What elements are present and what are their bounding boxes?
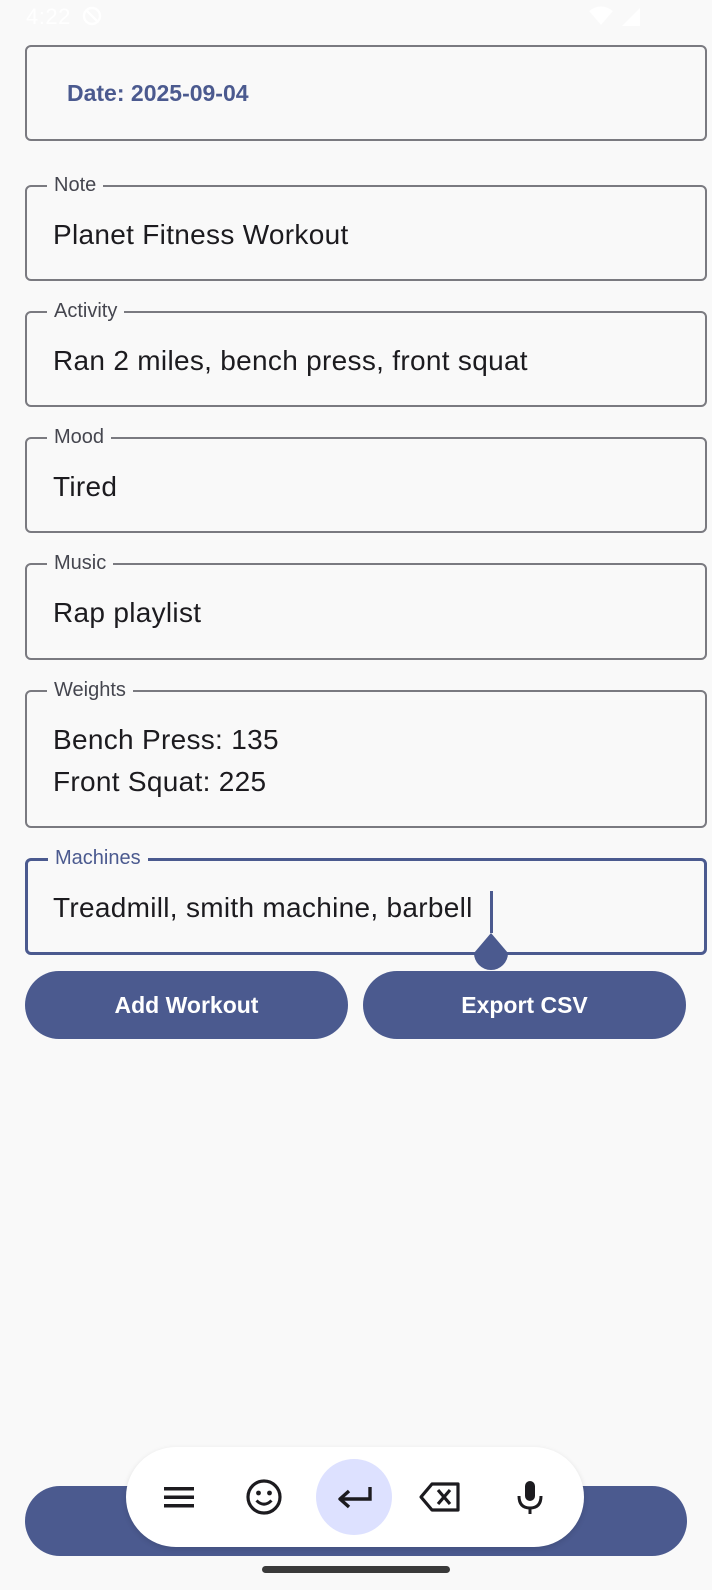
music-field-label: Music [47, 551, 114, 575]
signal-icon [620, 6, 642, 28]
export-csv-button[interactable]: Export CSV [363, 971, 686, 1039]
weights-field[interactable]: Weights Bench Press: 135 Front Squat: 22… [25, 678, 707, 828]
wifi-icon [588, 6, 614, 26]
mood-field-label: Mood [47, 425, 112, 449]
date-picker-button[interactable]: Date: 2025-09-04 [25, 45, 707, 141]
backspace-icon[interactable] [416, 1473, 464, 1521]
microphone-icon[interactable] [506, 1473, 554, 1521]
text-cursor [490, 891, 493, 933]
activity-field[interactable]: Activity Ran 2 miles, bench press, front… [25, 299, 707, 407]
mood-field[interactable]: Mood Tired [25, 425, 707, 533]
note-field[interactable]: Note Planet Fitness Workout [25, 173, 707, 281]
weights-field-value: Bench Press: 135 Front Squat: 225 [53, 724, 279, 797]
activity-field-value: Ran 2 miles, bench press, front squat [53, 345, 528, 376]
date-label: Date: 2025-09-04 [67, 80, 249, 106]
status-bar: 4:22 [0, 0, 712, 34]
status-time: 4:22 [26, 4, 71, 29]
add-workout-button[interactable]: Add Workout [25, 971, 348, 1039]
weights-field-label: Weights [47, 678, 133, 702]
cursor-handle[interactable] [474, 933, 508, 973]
menu-icon[interactable] [154, 1473, 202, 1521]
machines-field-value: Treadmill, smith machine, barbell [53, 892, 473, 923]
mood-field-value: Tired [53, 471, 118, 502]
note-field-label: Note [47, 173, 104, 197]
activity-field-label: Activity [47, 299, 125, 323]
gesture-navigation-bar[interactable] [262, 1566, 450, 1573]
machines-field-label: Machines [48, 846, 148, 870]
emoji-icon[interactable] [240, 1473, 288, 1521]
enter-icon[interactable] [330, 1473, 378, 1521]
keyboard-toolbar [126, 1447, 584, 1547]
music-field[interactable]: Music Rap playlist [25, 551, 707, 660]
machines-field[interactable]: Machines Treadmill, smith machine, barbe… [25, 846, 707, 970]
do-not-disturb-icon [82, 6, 102, 26]
note-field-value: Planet Fitness Workout [53, 219, 349, 250]
music-field-value: Rap playlist [53, 597, 202, 628]
